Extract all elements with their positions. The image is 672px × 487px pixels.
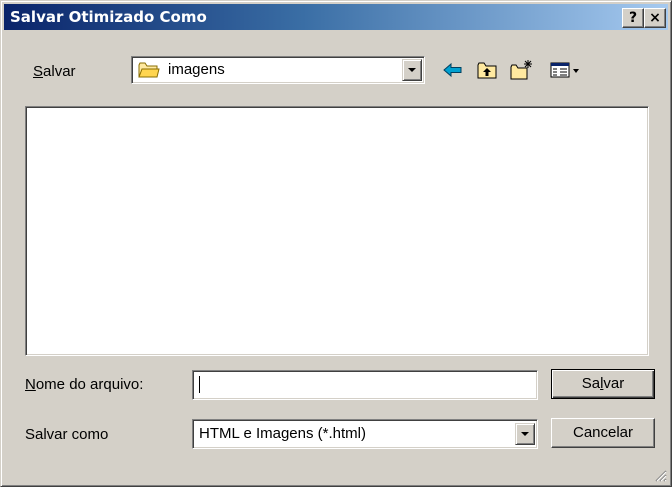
filename-input[interactable]: [192, 370, 538, 400]
file-list[interactable]: [25, 106, 649, 356]
filetype-label: Salvar como: [25, 426, 109, 443]
window-title: Salvar Otimizado Como: [10, 8, 207, 26]
new-folder-icon: [510, 60, 532, 80]
filetype-dropdown-button[interactable]: [515, 423, 535, 445]
text-cursor: [199, 376, 200, 393]
view-menu-button[interactable]: [549, 59, 585, 81]
title-bar[interactable]: Salvar Otimizado Como ? ×: [4, 4, 668, 30]
cancel-button[interactable]: Cancelar: [551, 418, 655, 448]
folder-icon: [138, 62, 160, 78]
save-in-label: Salvar: [33, 63, 76, 80]
save-in-combo[interactable]: imagens: [131, 56, 425, 84]
close-button[interactable]: ×: [644, 8, 666, 28]
filetype-select[interactable]: HTML e Imagens (*.html): [192, 419, 538, 449]
up-folder-button[interactable]: [475, 59, 499, 81]
back-button[interactable]: [441, 59, 465, 81]
save-button[interactable]: Salvar: [551, 369, 655, 399]
save-in-dropdown-button[interactable]: [402, 59, 422, 81]
up-folder-icon: [477, 62, 497, 79]
resize-grip-icon[interactable]: [653, 468, 667, 482]
filename-label: Nome do arquivo:: [25, 376, 144, 393]
new-folder-button[interactable]: [509, 59, 533, 81]
back-arrow-icon: [443, 62, 462, 78]
help-button[interactable]: ?: [622, 8, 644, 28]
view-menu-icon: [550, 62, 579, 78]
save-in-value: imagens: [168, 61, 225, 78]
save-dialog: Salvar Otimizado Como ? × Salvar imagens: [0, 0, 672, 487]
